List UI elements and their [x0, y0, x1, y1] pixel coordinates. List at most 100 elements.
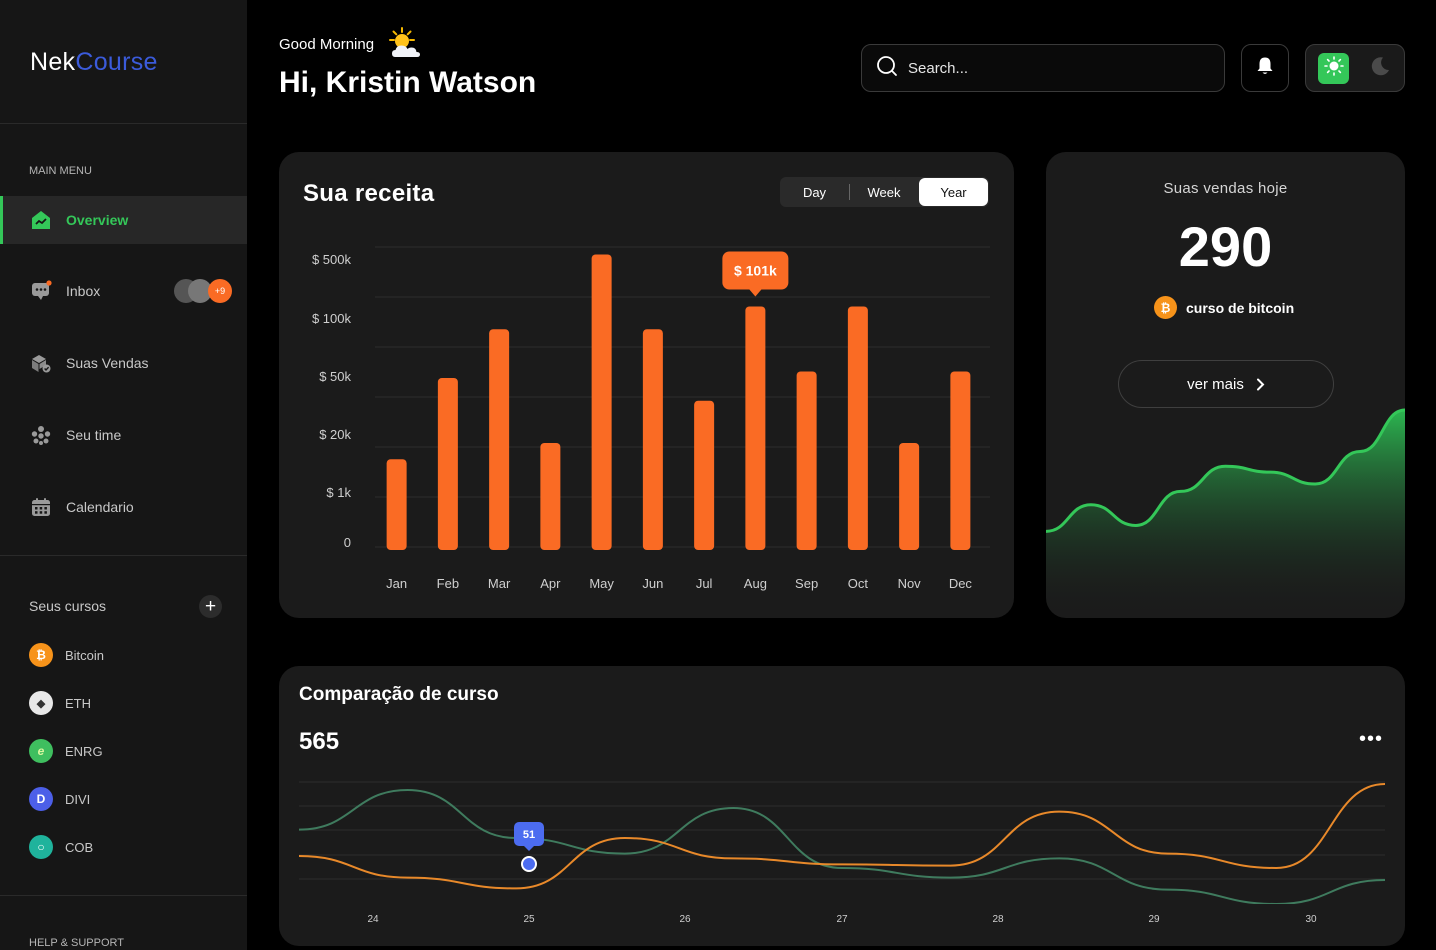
divi-icon: D: [29, 787, 53, 811]
series-line: [299, 788, 1385, 904]
dark-mode-button[interactable]: [1364, 53, 1395, 84]
brand-part2: Course: [75, 48, 158, 76]
see-more-button[interactable]: ver mais: [1118, 360, 1334, 408]
x-tick-label: 28: [992, 914, 1004, 925]
bar: [745, 306, 766, 550]
comparison-line-chart: 24 25 26 27 28 29 30 51: [299, 781, 1385, 925]
search-icon: [876, 55, 898, 82]
bar: [540, 443, 561, 550]
bell-icon: [1256, 56, 1274, 81]
course-label: ENRG: [65, 743, 103, 759]
course-label: Bitcoin: [65, 647, 105, 663]
bar: [591, 254, 612, 550]
bar: [437, 378, 458, 550]
x-tick-label: Aug: [744, 576, 767, 591]
sidebar: NekCourse MAIN MENU Overview Inbox +9 Su…: [0, 0, 247, 950]
sidebar-item-seu-time[interactable]: Seu time: [0, 411, 247, 459]
course-item-divi[interactable]: D DIVI: [29, 786, 90, 812]
highlight-point: [521, 856, 537, 872]
y-tick-label: $ 20k: [319, 427, 351, 442]
bar: [796, 371, 817, 550]
y-tick-label: 0: [344, 535, 351, 550]
x-tick-label: 30: [1305, 914, 1317, 925]
plus-icon: +: [204, 595, 217, 617]
notifications-button[interactable]: [1241, 44, 1289, 92]
divider: [0, 895, 247, 896]
sidebar-item-suas-vendas[interactable]: Suas Vendas: [0, 339, 247, 387]
sales-today-card: Suas vendas hoje 290 ₿ curso de bitcoin …: [1046, 152, 1405, 618]
help-support-heading: HELP & SUPPORT: [29, 937, 124, 949]
light-mode-button[interactable]: [1318, 53, 1349, 84]
sales-today-title: Suas vendas hoje: [1163, 180, 1288, 197]
course-item-cob[interactable]: ○ COB: [29, 834, 93, 860]
brand-logo[interactable]: NekCourse: [30, 48, 158, 77]
x-tick-label: 24: [367, 914, 379, 925]
chevron-right-icon: [1256, 378, 1265, 391]
greeting-text: Good Morning: [279, 36, 375, 53]
course-item-eth[interactable]: ◆ ETH: [29, 690, 91, 716]
x-tick-label: 27: [836, 914, 848, 925]
tooltip-label: 51: [523, 829, 535, 841]
revenue-card: Sua receita Day Week Year 0 $ 1k $ 20k $ 50…: [279, 152, 1014, 618]
add-course-button[interactable]: +: [199, 595, 222, 618]
bar: [489, 329, 510, 550]
count-badge: +9: [208, 279, 232, 303]
bar: [847, 306, 868, 550]
tooltip-label: $ 101k: [734, 263, 777, 279]
main-menu-heading: MAIN MENU: [29, 165, 92, 177]
chart-home-icon: [30, 209, 52, 231]
sidebar-item-label: Overview: [66, 212, 129, 228]
x-tick-label: Apr: [540, 576, 561, 591]
sales-course-label: curso de bitcoin: [1186, 299, 1295, 316]
bar: [386, 459, 407, 550]
sidebar-item-inbox[interactable]: Inbox +9: [0, 267, 247, 315]
course-label: DIVI: [65, 791, 91, 807]
brand-part1: Nek: [30, 48, 76, 76]
cob-icon: ○: [29, 835, 53, 859]
see-more-label: ver mais: [1187, 375, 1244, 393]
sidebar-item-label: Calendario: [66, 499, 134, 515]
tooltip-pointer: [524, 846, 534, 851]
x-tick-label: 29: [1148, 914, 1160, 925]
bar: [694, 400, 715, 550]
course-item-bitcoin[interactable]: ₿ Bitcoin: [29, 642, 104, 668]
x-tick-label: Jul: [696, 576, 713, 591]
x-tick-label: Feb: [437, 576, 459, 591]
course-comparison-card: Comparação de curso 565 ••• 24 25 26 27 28 29…: [279, 666, 1405, 946]
x-tick-label: Sep: [795, 576, 818, 591]
x-tick-label: Oct: [848, 576, 869, 591]
team-icon: [30, 424, 52, 446]
divider: [0, 123, 247, 124]
sidebar-item-label: Suas Vendas: [66, 355, 149, 371]
bitcoin-icon: ₿: [29, 643, 53, 667]
search-box[interactable]: [861, 44, 1225, 92]
search-input[interactable]: [908, 59, 1208, 77]
sidebar-item-label: Inbox: [66, 283, 101, 299]
x-tick-label: Jan: [386, 576, 407, 591]
chat-icon: [30, 280, 52, 302]
sales-course: ₿ curso de bitcoin: [1154, 296, 1294, 319]
inbox-avatars: +9: [174, 279, 234, 303]
course-label: COB: [65, 839, 94, 855]
bar: [642, 329, 663, 550]
course-item-enrg[interactable]: e ENRG: [29, 738, 103, 764]
energi-icon: e: [29, 739, 53, 763]
bar: [899, 443, 920, 550]
area-fill: [1046, 410, 1405, 618]
x-tick-label: Jun: [642, 576, 663, 591]
tooltip-pointer: [749, 289, 762, 297]
sidebar-item-calendario[interactable]: Calendario: [0, 483, 247, 531]
sun-icon: [1323, 56, 1344, 81]
sidebar-item-overview[interactable]: Overview: [0, 196, 247, 244]
page-title: Hi, Kristin Watson: [279, 66, 537, 99]
boxes-icon: [30, 352, 52, 374]
courses-heading: Seus cursos: [29, 598, 107, 614]
revenue-bar-chart: 0 $ 1k $ 20k $ 50k $ 100k $ 500k Jan Feb Mar Apr M…: [312, 246, 990, 591]
x-tick-label: 26: [679, 914, 691, 925]
divider: [0, 555, 247, 556]
moon-icon: [1369, 55, 1391, 82]
bitcoin-icon: ₿: [1154, 296, 1177, 319]
sidebar-item-label: Seu time: [66, 427, 122, 443]
y-tick-label: $ 500k: [312, 252, 352, 267]
ethereum-icon: ◆: [29, 691, 53, 715]
